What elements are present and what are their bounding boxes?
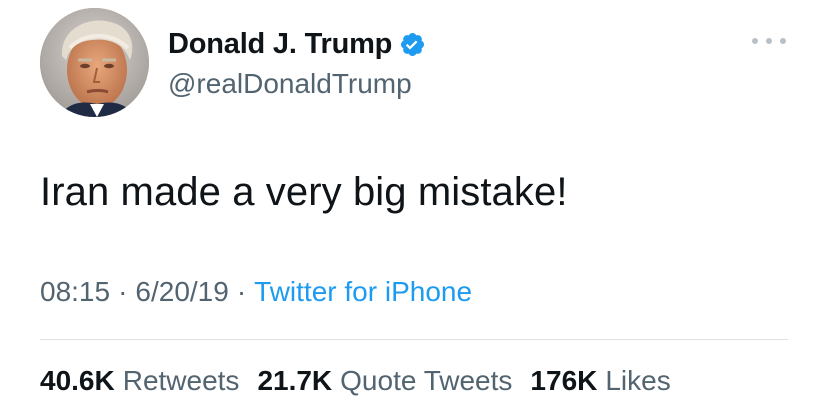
likes-stat[interactable]: 176K Likes — [530, 365, 670, 397]
tweet-meta: 08:15 · 6/20/19 · Twitter for iPhone — [40, 276, 472, 308]
quote-tweets-count: 21.7K — [257, 365, 333, 396]
divider — [40, 339, 788, 340]
author-handle[interactable]: @realDonaldTrump — [168, 68, 412, 100]
dot-icon — [752, 38, 758, 44]
quote-tweets-label: Quote Tweets — [340, 365, 513, 396]
author-name-row[interactable]: Donald J. Trump — [168, 26, 426, 62]
quote-tweets-stat[interactable]: 21.7K Quote Tweets — [257, 365, 512, 397]
retweets-label: Retweets — [122, 365, 240, 396]
separator-dot: · — [236, 276, 247, 307]
engagement-stats: 40.6K Retweets 21.7K Quote Tweets 176K Like… — [40, 365, 671, 397]
tweet-source-link[interactable]: Twitter for iPhone — [254, 276, 472, 307]
dot-icon — [766, 38, 772, 44]
retweets-count: 40.6K — [40, 365, 115, 396]
tweet-date[interactable]: 6/20/19 — [135, 276, 228, 307]
separator-dot: · — [118, 276, 128, 307]
dot-icon — [780, 38, 786, 44]
retweets-stat[interactable]: 40.6K Retweets — [40, 365, 239, 397]
avatar-photo — [40, 8, 149, 117]
likes-label: Likes — [605, 365, 671, 396]
more-options-icon[interactable] — [752, 34, 786, 48]
verified-badge-icon — [399, 31, 426, 58]
display-name[interactable]: Donald J. Trump — [168, 28, 392, 61]
tweet-text: Iran made a very big mistake! — [40, 170, 568, 214]
tweet-card: Donald J. Trump @realDonaldTrump Iran ma… — [0, 0, 828, 417]
avatar[interactable] — [40, 8, 149, 117]
likes-count: 176K — [530, 365, 598, 396]
tweet-time[interactable]: 08:15 — [40, 276, 110, 307]
